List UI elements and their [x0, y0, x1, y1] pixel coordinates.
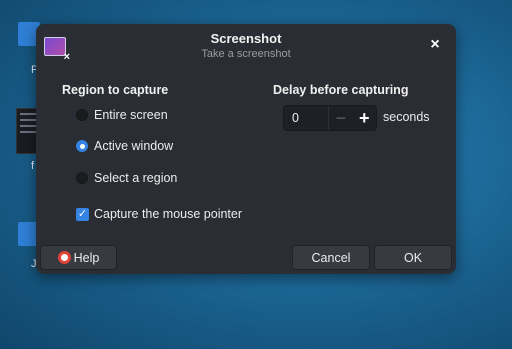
- radio-select-region[interactable]: Select a region: [76, 169, 177, 187]
- desktop-label: f: [31, 160, 35, 172]
- radio-active-window[interactable]: Active window: [76, 137, 173, 155]
- radio-button-unchecked[interactable]: [76, 172, 88, 184]
- screenshot-dialog: Screenshot Take a screenshot × Region to…: [36, 24, 456, 274]
- dialog-title: Screenshot: [210, 31, 282, 46]
- plus-icon[interactable]: +: [353, 106, 376, 130]
- minus-icon[interactable]: −: [329, 106, 352, 130]
- radio-label: Select a region: [94, 171, 178, 185]
- delay-value-input[interactable]: 0: [284, 106, 330, 130]
- ok-button[interactable]: OK: [374, 245, 452, 270]
- dialog-subtitle: Take a screenshot: [201, 48, 291, 60]
- ok-button-label: OK: [403, 250, 423, 265]
- delay-heading: Delay before capturing: [273, 83, 409, 97]
- help-icon: [57, 251, 71, 264]
- titlebar: Screenshot Take a screenshot ×: [36, 24, 456, 68]
- capture-pointer-checkbox-row[interactable]: ✓ Capture the mouse pointer: [76, 205, 242, 223]
- region-heading: Region to capture: [62, 83, 169, 97]
- cancel-button-label: Cancel: [311, 250, 351, 265]
- radio-button-checked[interactable]: [76, 140, 88, 152]
- help-button-label: Help: [73, 250, 100, 265]
- checkmark-icon[interactable]: ✓: [76, 207, 89, 221]
- radio-label: Entire screen: [94, 108, 168, 122]
- cancel-button[interactable]: Cancel: [292, 245, 370, 270]
- close-icon[interactable]: ×: [426, 36, 444, 54]
- radio-entire-screen[interactable]: Entire screen: [76, 106, 168, 124]
- delay-unit-label: seconds: [383, 110, 430, 124]
- help-button[interactable]: Help: [40, 245, 117, 270]
- radio-button-unchecked[interactable]: [76, 109, 88, 121]
- delay-spinbutton[interactable]: 0 − +: [283, 105, 377, 131]
- radio-label: Active window: [94, 139, 174, 153]
- checkbox-label: Capture the mouse pointer: [94, 207, 243, 221]
